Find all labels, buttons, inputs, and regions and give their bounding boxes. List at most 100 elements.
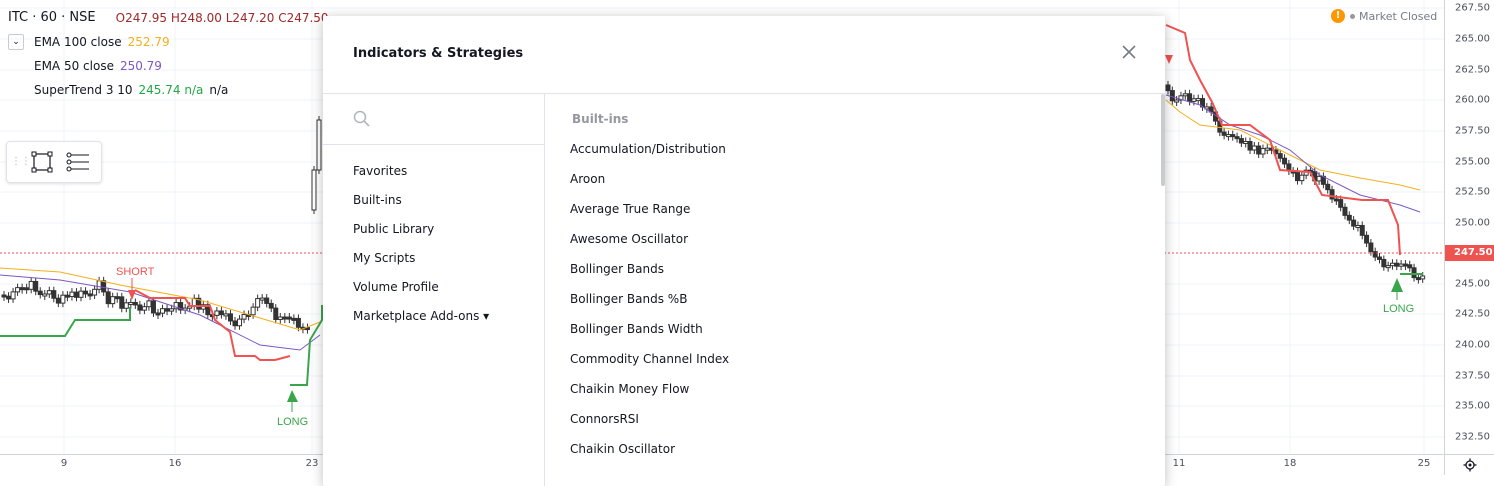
candle [273, 307, 279, 320]
candle [101, 280, 107, 293]
candle [87, 293, 93, 297]
indicator-list-panel[interactable]: Built-ins Accumulation/Distribution Aroon… [545, 94, 1165, 486]
legend-ema50-row[interactable]: EMA 50 close 250.79 [8, 54, 329, 78]
indicators-dialog[interactable]: Indicators & Strategies Favorites Built-i… [323, 16, 1165, 486]
candle [60, 294, 66, 304]
candle [1238, 138, 1244, 144]
legend-supertrend-row[interactable]: SuperTrend 3 10 245.74 n/a n/a [8, 78, 329, 102]
candle [268, 302, 274, 309]
market-status[interactable]: ! Market Closed [1331, 9, 1437, 23]
candle [37, 290, 43, 296]
candle [1230, 134, 1236, 138]
close-icon[interactable] [1119, 42, 1139, 62]
candle [92, 288, 98, 296]
indicator-item[interactable]: Aroon [545, 164, 1165, 194]
candle [218, 310, 224, 316]
indicator-item[interactable]: Average True Range [545, 194, 1165, 224]
candle [1398, 263, 1404, 267]
price-tick: 245.00 [1455, 278, 1490, 290]
candle [114, 296, 120, 300]
candle [1372, 251, 1378, 258]
candle [1260, 148, 1266, 155]
supertrend-value: 245.74 n/a [138, 83, 204, 97]
time-tick: 9 [60, 458, 68, 469]
symbol-label[interactable]: ITC · 60 · NSE [8, 6, 96, 30]
indicator-item[interactable]: Commodity Channel Index [545, 344, 1165, 374]
candle [1195, 98, 1201, 102]
legend-symbol-row: ITC · 60 · NSE O247.95 H248.00 L247.20 C… [8, 6, 329, 30]
indicator-item[interactable]: ConnorsRSI [545, 404, 1165, 434]
chart-legend: ITC · 60 · NSE O247.95 H248.00 L247.20 C… [8, 6, 329, 102]
candle [1191, 98, 1197, 102]
price-axis[interactable]: 247.50 267.50 265.00 262.50 260.00 257.50 255… [1444, 0, 1494, 454]
candle [1325, 183, 1331, 191]
search-box[interactable] [323, 94, 544, 145]
nav-item[interactable]: Marketplace Add-ons ▾ [323, 302, 544, 331]
current-price-badge: 247.50 [1445, 245, 1494, 261]
candle [1316, 175, 1322, 182]
candle [105, 291, 111, 305]
candle [141, 306, 147, 311]
candle [1234, 136, 1240, 140]
candle [1, 294, 7, 298]
floating-drawing-toolbar[interactable]: ⋮⋮ [6, 141, 102, 183]
indicator-item[interactable]: Bollinger Bands Width [545, 314, 1165, 344]
supertrend-down-line-right [1165, 24, 1401, 256]
candle [1251, 145, 1257, 151]
candle [1225, 134, 1231, 138]
settings-lines-icon[interactable] [63, 147, 93, 177]
candle [150, 300, 156, 314]
chart-settings-button[interactable] [1444, 454, 1494, 475]
price-tick: 262.50 [1455, 64, 1490, 76]
legend-collapse-chevron-icon[interactable]: ⌄ [8, 34, 24, 50]
time-tick: 18 [1283, 458, 1297, 469]
candle [282, 316, 288, 320]
candle [1277, 153, 1283, 159]
candle [1174, 99, 1180, 103]
indicator-item[interactable]: Bollinger Bands [545, 254, 1165, 284]
candle [51, 290, 57, 299]
indicator-item[interactable]: Accumulation/Distribution [545, 134, 1165, 164]
supertrend-extra: n/a [209, 83, 229, 97]
candle [1299, 174, 1305, 182]
candle [250, 306, 256, 316]
grip-icon[interactable]: ⋮⋮ [11, 157, 31, 167]
nav-item[interactable]: My Scripts [323, 244, 544, 273]
legend-ema100-row[interactable]: ⌄ EMA 100 close 252.79 [8, 30, 329, 54]
category-nav: Favorites Built-ins Public Library My Scrip… [323, 145, 544, 331]
candle [1389, 262, 1395, 267]
candle [10, 291, 16, 300]
candle [69, 291, 75, 298]
candle [1394, 262, 1400, 267]
nav-item[interactable]: Favorites [323, 157, 544, 186]
price-tick: 257.50 [1455, 125, 1490, 137]
ema50-value: 250.79 [119, 59, 162, 73]
indicator-item[interactable]: Bollinger Bands %B [545, 284, 1165, 314]
scrollbar[interactable] [1161, 94, 1165, 186]
candle [214, 310, 220, 316]
candle [83, 290, 89, 295]
dialog-sidebar: Favorites Built-ins Public Library My Scrip… [323, 94, 545, 486]
indicator-item[interactable]: Awesome Oscillator [545, 224, 1165, 254]
price-tick: 235.00 [1455, 400, 1490, 412]
warning-icon[interactable]: ! [1331, 9, 1345, 23]
candle [1346, 214, 1352, 221]
candle [33, 280, 39, 292]
rectangle-icon[interactable] [27, 147, 57, 177]
price-tick: 255.00 [1455, 156, 1490, 168]
long-signal-label: LONG [277, 416, 308, 428]
nav-item[interactable]: Volume Profile [323, 273, 544, 302]
nav-item[interactable]: Built-ins [323, 186, 544, 215]
candle [96, 280, 102, 290]
candle [1351, 219, 1357, 227]
ohlc-values: O247.95 H248.00 L247.20 C247.50 [115, 11, 329, 25]
candle [123, 302, 129, 309]
candle [155, 312, 161, 316]
indicator-item[interactable]: Chaikin Oscillator [545, 434, 1165, 464]
search-input[interactable] [379, 110, 533, 128]
nav-item[interactable]: Public Library [323, 215, 544, 244]
price-tick: 237.50 [1455, 370, 1490, 382]
candle [73, 291, 79, 298]
indicator-item[interactable]: Chaikin Money Flow [545, 374, 1165, 404]
candle [241, 313, 247, 320]
